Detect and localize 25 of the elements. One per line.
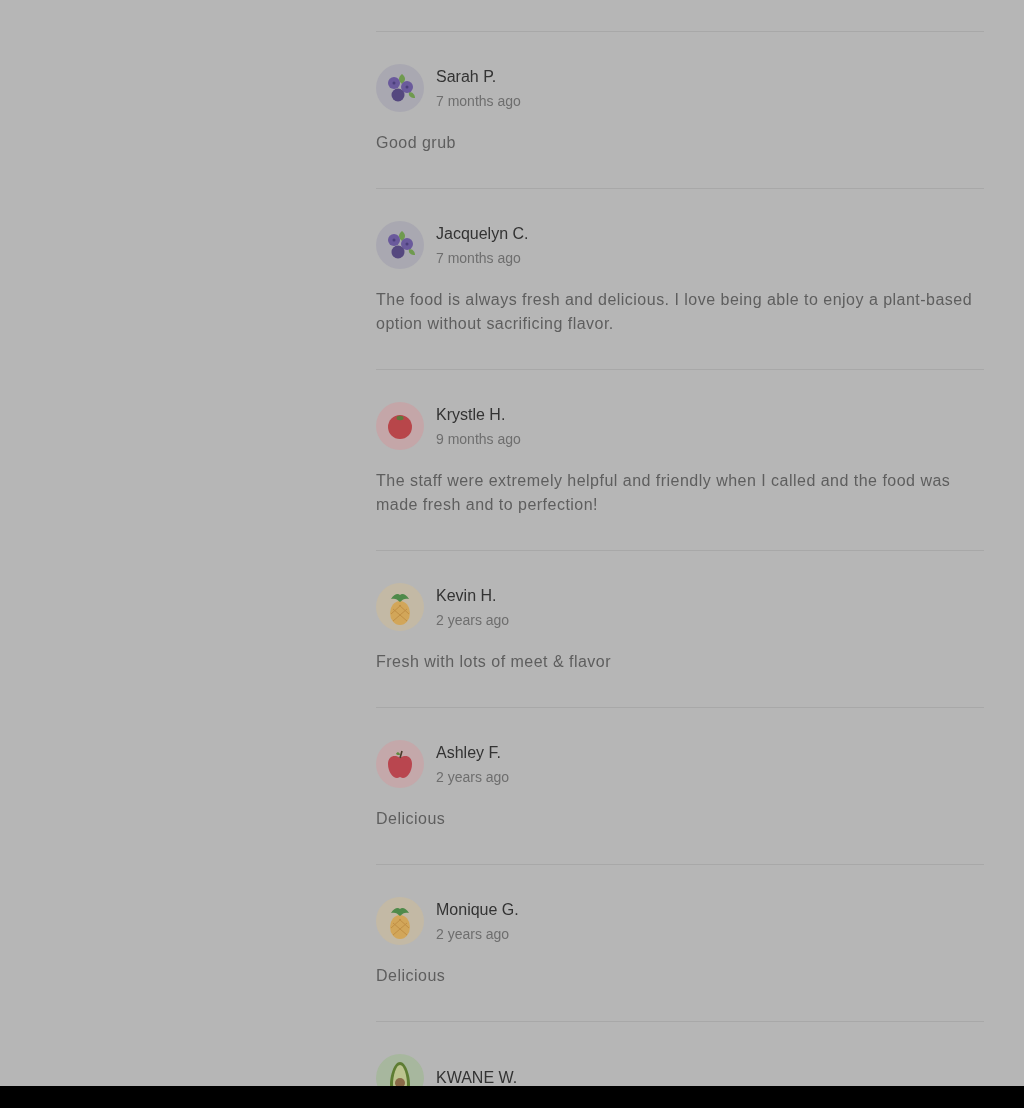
pineapple-icon [376, 897, 424, 945]
reviewer-name: Jacquelyn C. [436, 224, 529, 244]
pineapple-icon [376, 583, 424, 631]
reviewer-name: Kevin H. [436, 586, 498, 606]
review-date: 2 years ago [436, 925, 511, 944]
blueberries-icon [376, 221, 424, 269]
reviewer-name: KWANE W. [436, 1068, 518, 1086]
tomato-icon [376, 402, 424, 450]
blueberries-icon [376, 64, 424, 112]
reviewer-name: Sarah P. [436, 67, 498, 87]
review-text: The food is always fresh and delicious. I love being able to enjoy a plant-based option without sacrificing flavor. [376, 290, 974, 334]
review-date: 2 years ago [436, 768, 510, 787]
review-text: Good grub [376, 133, 457, 153]
review-date: 7 months ago [436, 92, 521, 111]
review-date: 2 years ago [436, 611, 510, 630]
reviewer-name: Krystle H. [436, 405, 507, 425]
review-text: Delicious [376, 809, 447, 829]
reviewer-name: Monique G. [436, 900, 519, 920]
review-text: Fresh with lots of meet & flavor [376, 652, 612, 672]
review-date: 7 months ago [436, 249, 522, 268]
apple-icon [376, 740, 424, 788]
review-text: Delicious [376, 966, 447, 986]
review-text: The staff were extremely helpful and friendly when I called and the food was made fresh and to perfection! [376, 471, 952, 515]
review-date: 9 months ago [436, 430, 521, 449]
reviewer-name: Ashley F. [436, 743, 502, 763]
